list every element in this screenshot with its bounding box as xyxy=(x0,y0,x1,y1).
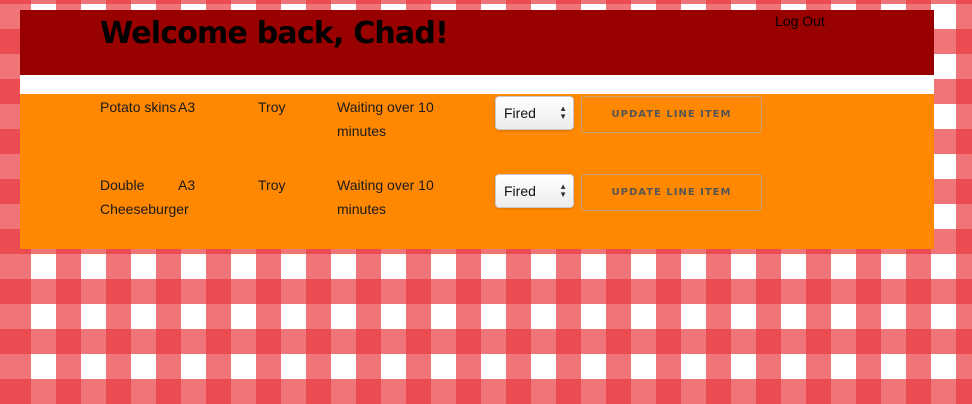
main-container: Welcome back, Chad! Log Out Potato skins… xyxy=(20,10,934,249)
table-number: A3 xyxy=(178,177,196,193)
order-row: Potato skins A3 Troy Waiting over 10 min… xyxy=(20,95,934,155)
state-select[interactable]: Fired ▲ ▼ xyxy=(495,174,574,208)
welcome-heading: Welcome back, Chad! xyxy=(100,16,449,51)
update-line-item-button[interactable]: Update Line Item xyxy=(581,96,762,133)
wait-status: Waiting over 10 minutes xyxy=(337,177,434,217)
wait-status: Waiting over 10 minutes xyxy=(337,99,434,139)
item-name: Double Cheeseburger xyxy=(100,177,189,217)
table-number: A3 xyxy=(178,99,196,115)
server-name: Troy xyxy=(258,177,286,193)
orders-panel: Potato skins A3 Troy Waiting over 10 min… xyxy=(20,94,934,249)
update-line-item-button[interactable]: Update Line Item xyxy=(581,174,762,211)
item-name: Potato skins xyxy=(100,99,177,115)
select-arrows-icon: ▲ ▼ xyxy=(559,182,567,199)
state-select-value: Fired xyxy=(504,183,536,199)
select-arrows-icon: ▲ ▼ xyxy=(559,104,567,121)
state-select[interactable]: Fired ▲ ▼ xyxy=(495,96,574,130)
order-row: Double Cheeseburger A3 Troy Waiting over… xyxy=(20,173,934,233)
state-select-value: Fired xyxy=(504,105,536,121)
header-bar: Welcome back, Chad! Log Out xyxy=(20,10,934,75)
server-name: Troy xyxy=(258,99,286,115)
logout-link[interactable]: Log Out xyxy=(775,13,825,29)
